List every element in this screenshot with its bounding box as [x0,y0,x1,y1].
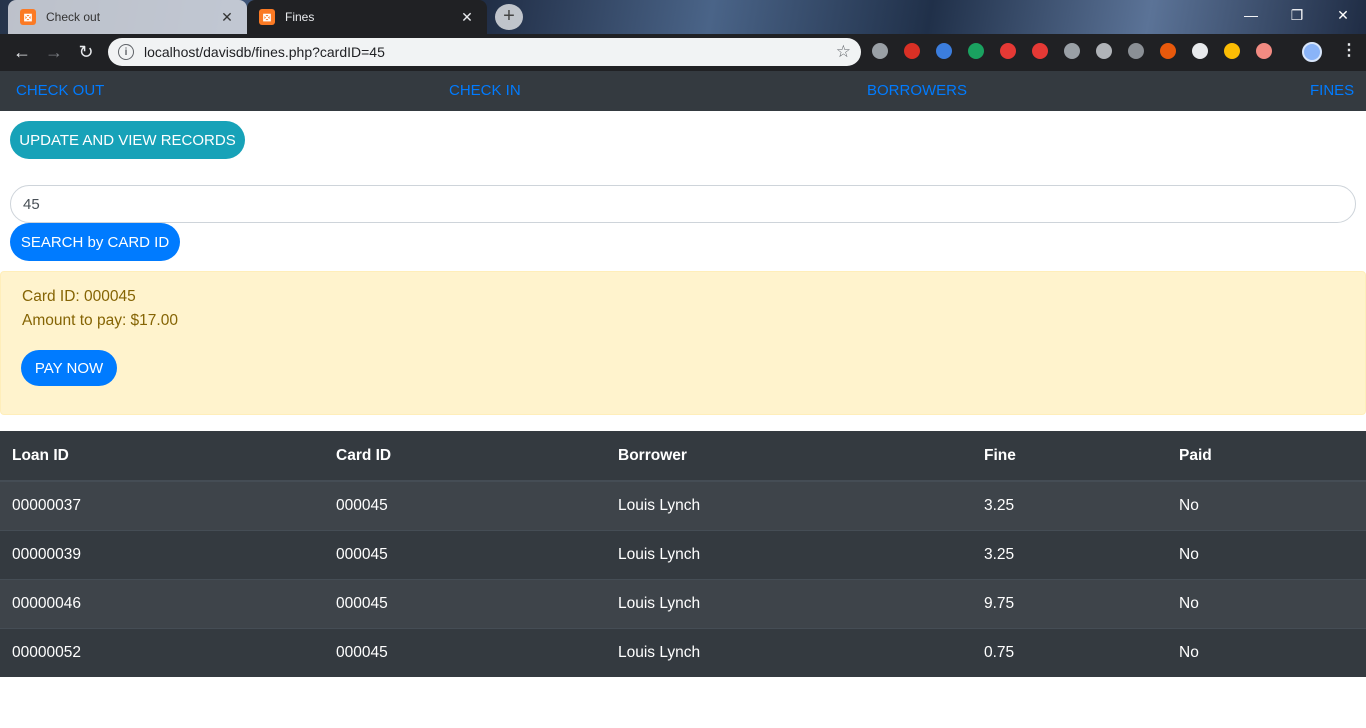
minimize-icon[interactable]: — [1228,0,1274,30]
loan-id-cell: 00000039 [0,529,324,579]
loan-id-cell: 00000052 [0,627,324,677]
new-tab-button[interactable]: + [495,4,523,30]
table-row: 00000046 000045 Louis Lynch 9.75 No [0,578,1366,628]
browser-extension-icon[interactable] [872,43,888,59]
close-tab-icon[interactable]: ✕ [459,9,475,26]
address-url[interactable]: localhost/davisdb/fines.php?cardID=45 [144,44,836,60]
column-header-borrower: Borrower [606,431,972,482]
forward-arrow-icon[interactable]: → [38,37,70,69]
borrower-cell: Louis Lynch [606,578,972,628]
card-id-cell: 000045 [324,627,606,677]
browser-extension-icon[interactable] [1128,43,1144,59]
loan-id-cell: 00000037 [0,480,324,530]
browser-toolbar: ← → ↻ i localhost/davisdb/fines.php?card… [0,34,1366,71]
window-controls: — ❐ ✕ [1228,0,1366,30]
nav-borrowers[interactable]: BORROWERS [867,82,967,99]
browser-extension-icon[interactable] [1256,43,1272,59]
site-navbar: CHECK OUT CHECK IN BORROWERS FINES [0,71,1366,111]
amount-to-pay-text: Amount to pay: $17.00 [22,312,178,329]
browser-extension-icon[interactable] [904,43,920,59]
table-row: 00000037 000045 Louis Lynch 3.25 No [0,480,1366,530]
address-bar[interactable]: i localhost/davisdb/fines.php?cardID=45 … [108,38,861,66]
bookmark-star-icon[interactable]: ☆ [836,42,851,62]
xampp-favicon-icon: ⊠ [20,9,36,25]
browser-extension-icon[interactable] [968,43,984,59]
card-id-text: Card ID: 000045 [22,288,136,305]
site-info-icon[interactable]: i [118,44,134,60]
column-header-loan-id: Loan ID [0,431,324,482]
tab-title: Check out [46,10,101,24]
restore-icon[interactable]: ❐ [1274,0,1320,30]
reload-icon[interactable]: ↻ [70,37,102,69]
card-id-search-input[interactable]: 45 [10,185,1356,223]
fine-cell: 0.75 [972,627,1167,677]
browser-extension-icon[interactable] [936,43,952,59]
table-row: 00000039 000045 Louis Lynch 3.25 No [0,529,1366,579]
column-header-fine: Fine [972,431,1167,482]
fine-cell: 3.25 [972,480,1167,530]
card-id-cell: 000045 [324,480,606,530]
paid-cell: No [1167,529,1366,579]
column-header-paid: Paid [1167,431,1366,482]
tab-title: Fines [285,10,315,24]
search-by-card-id-button[interactable]: SEARCH by CARD ID [10,223,180,261]
browser-tab-fines[interactable]: ⊠ Fines ✕ [247,0,487,34]
fine-cell: 9.75 [972,578,1167,628]
table-header-row: Loan ID Card ID Borrower Fine Paid [0,431,1366,482]
close-tab-icon[interactable]: ✕ [219,9,235,26]
pay-now-button[interactable]: PAY NOW [21,350,117,386]
browser-menu-icon[interactable]: ⋮ [1341,40,1357,60]
nav-check-out[interactable]: CHECK OUT [16,82,104,99]
paid-cell: No [1167,480,1366,530]
update-records-button[interactable]: UPDATE AND VIEW RECORDS [10,121,245,159]
borrower-cell: Louis Lynch [606,627,972,677]
browser-extension-icon[interactable] [1064,43,1080,59]
browser-tab-checkout[interactable]: ⊠ Check out ✕ [8,0,247,34]
close-window-icon[interactable]: ✕ [1320,0,1366,30]
browser-extension-icon[interactable] [1032,43,1048,59]
paid-cell: No [1167,578,1366,628]
fine-summary-alert: Card ID: 000045 Amount to pay: $17.00 PA… [0,271,1366,415]
borrower-cell: Louis Lynch [606,480,972,530]
column-header-card-id: Card ID [324,431,606,482]
nav-check-in[interactable]: CHECK IN [449,82,521,99]
nav-fines[interactable]: FINES [1310,82,1354,99]
fine-cell: 3.25 [972,529,1167,579]
extension-icons [872,43,1288,59]
table-row: 00000052 000045 Louis Lynch 0.75 No [0,627,1366,677]
browser-extension-icon[interactable] [1224,43,1240,59]
browser-extension-icon[interactable] [1000,43,1016,59]
paid-cell: No [1167,627,1366,677]
browser-extension-icon[interactable] [1160,43,1176,59]
xampp-favicon-icon: ⊠ [259,9,275,25]
card-id-cell: 000045 [324,529,606,579]
profile-avatar-icon[interactable] [1302,42,1322,62]
browser-extension-icon[interactable] [1192,43,1208,59]
browser-extension-icon[interactable] [1096,43,1112,59]
browser-tabstrip: ⊠ Check out ✕ ⊠ Fines ✕ + — ❐ ✕ [0,0,1366,34]
fines-table: Loan ID Card ID Borrower Fine Paid 00000… [0,431,1366,677]
loan-id-cell: 00000046 [0,578,324,628]
borrower-cell: Louis Lynch [606,529,972,579]
back-arrow-icon[interactable]: ← [6,37,38,69]
card-id-cell: 000045 [324,578,606,628]
